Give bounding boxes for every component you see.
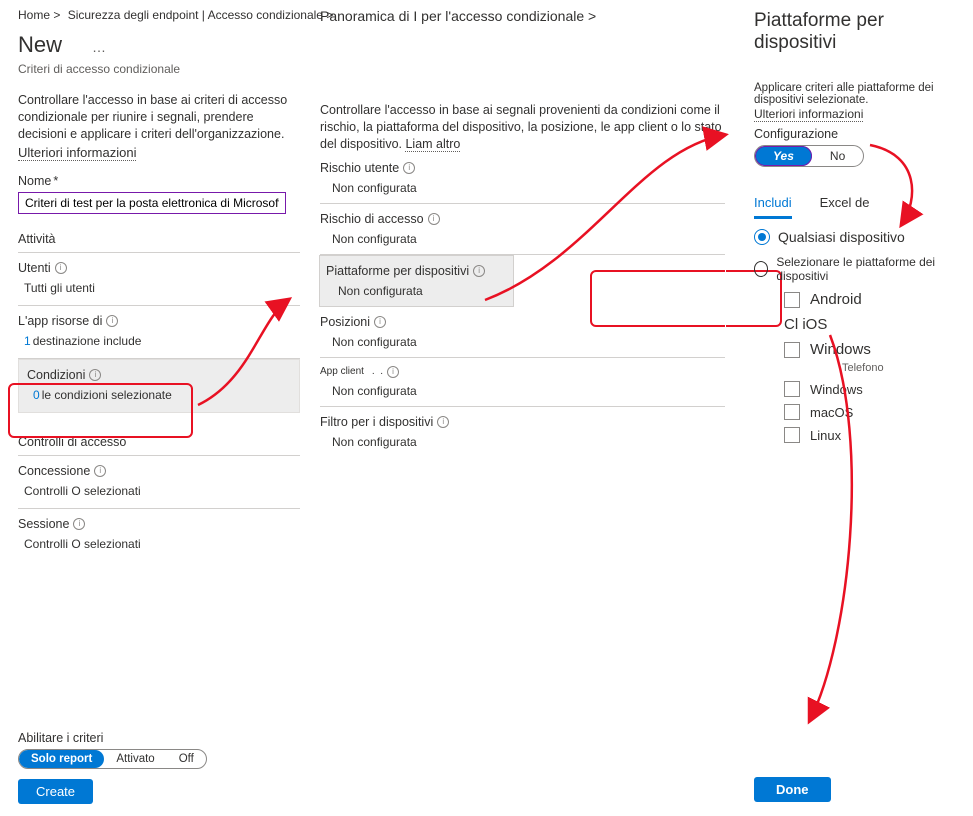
configure-yes[interactable]: Yes xyxy=(755,146,812,166)
access-controls-header: Controlli di accesso xyxy=(18,435,300,456)
enable-toggle[interactable]: Solo report Attivato Off xyxy=(18,749,207,769)
configure-toggle[interactable]: Yes No xyxy=(754,145,864,167)
info-icon[interactable]: i xyxy=(55,262,67,274)
locations-value[interactable]: Non configurata xyxy=(320,335,725,349)
enable-label: Abilitare i criteri xyxy=(18,731,298,745)
platform-linux[interactable]: Linux xyxy=(784,427,965,443)
done-button[interactable]: Done xyxy=(754,777,831,802)
enable-report-only[interactable]: Solo report xyxy=(19,750,104,768)
platform-windows2[interactable]: Windows xyxy=(784,381,965,397)
panel-title: Piattaforme per dispositivi xyxy=(754,10,965,54)
panel-description: Applicare criteri alle piattaforme dei d… xyxy=(754,82,965,106)
signin-risk-value[interactable]: Non configurata xyxy=(320,232,725,246)
platform-windows[interactable]: Windows xyxy=(784,341,965,358)
client-apps-label[interactable]: App client xyxy=(320,366,364,377)
device-filter-value[interactable]: Non configurata xyxy=(320,435,725,449)
client-apps-value[interactable]: Non configurata xyxy=(320,384,725,398)
device-platforms-label[interactable]: Piattaforme per dispositivi xyxy=(326,264,469,278)
mid-more-link[interactable]: Liam altro xyxy=(405,137,460,152)
radio-icon[interactable] xyxy=(754,261,768,277)
info-icon[interactable]: i xyxy=(428,213,440,225)
mid-breadcrumb[interactable]: Panoramica di I per l'accesso condiziona… xyxy=(320,8,725,24)
breadcrumb-home[interactable]: Home > xyxy=(18,8,60,22)
users-label[interactable]: Utenti xyxy=(18,261,51,275)
info-icon[interactable]: i xyxy=(437,416,449,428)
policy-name-input[interactable] xyxy=(18,192,286,214)
grant-value[interactable]: Controlli O selezionati xyxy=(18,484,300,498)
platform-android[interactable]: Android xyxy=(784,291,965,308)
platform-phone-sub: Telefono xyxy=(842,362,965,374)
breadcrumb[interactable]: Home > Sicurezza degli endpoint | Access… xyxy=(18,8,300,22)
grant-label[interactable]: Concessione xyxy=(18,464,90,478)
checkbox-icon[interactable] xyxy=(784,404,800,420)
more-menu-icon[interactable]: … xyxy=(92,39,106,55)
info-icon[interactable]: i xyxy=(374,316,386,328)
page-subtitle: Criteri di accesso condizionale xyxy=(18,62,300,76)
locations-label[interactable]: Posizioni xyxy=(320,315,370,329)
middle-column: Panoramica di I per l'accesso condiziona… xyxy=(300,0,725,816)
users-value[interactable]: Tutti gli utenti xyxy=(18,281,300,295)
enable-off[interactable]: Off xyxy=(167,750,206,768)
info-icon[interactable]: i xyxy=(473,265,485,277)
configure-label: Configurazione xyxy=(754,127,965,141)
left-description: Controllare l'accesso in base ai criteri… xyxy=(18,92,300,143)
info-icon[interactable]: i xyxy=(94,465,106,477)
device-filter-label[interactable]: Filtro per i dispositivi xyxy=(320,415,433,429)
panel-more-link[interactable]: Ulteriori informazioni xyxy=(754,107,863,122)
checkbox-icon[interactable] xyxy=(784,381,800,397)
checkbox-icon[interactable] xyxy=(784,292,800,308)
enable-policy-section: Abilitare i criteri Solo report Attivato… xyxy=(18,731,298,804)
info-icon[interactable]: i xyxy=(89,369,101,381)
user-risk-value[interactable]: Non configurata xyxy=(320,181,725,195)
name-label: Nome xyxy=(18,174,58,188)
conditions-label[interactable]: Condizioni xyxy=(27,368,85,382)
session-value[interactable]: Controlli O selezionati xyxy=(18,537,300,551)
device-platforms-value[interactable]: Non configurata xyxy=(320,284,513,298)
user-risk-label[interactable]: Rischio utente xyxy=(320,161,399,175)
mid-description: Controllare l'accesso in base ai segnali… xyxy=(320,102,725,153)
info-icon[interactable]: i xyxy=(403,162,415,174)
signin-risk-label[interactable]: Rischio di accesso xyxy=(320,212,424,226)
tab-exclude[interactable]: Excel de xyxy=(820,195,870,219)
left-column: Home > Sicurezza degli endpoint | Access… xyxy=(0,0,300,816)
configure-no[interactable]: No xyxy=(812,146,863,166)
more-info-link[interactable]: Ulteriori informazioni xyxy=(18,145,136,161)
apps-label[interactable]: L'app risorse di xyxy=(18,314,102,328)
checkbox-icon[interactable] xyxy=(784,427,800,443)
platform-ios[interactable]: Cl iOS xyxy=(784,316,965,333)
create-button[interactable]: Create xyxy=(18,779,93,804)
breadcrumb-path[interactable]: Sicurezza degli endpoint | Accesso condi… xyxy=(68,8,334,22)
enable-on[interactable]: Attivato xyxy=(104,750,166,768)
radio-any-device[interactable]: Qualsiasi dispositivo xyxy=(754,229,965,245)
session-label[interactable]: Sessione xyxy=(18,517,69,531)
page-title: New xyxy=(18,32,62,58)
apps-value[interactable]: 1destinazione include xyxy=(18,334,300,348)
info-icon[interactable]: i xyxy=(106,315,118,327)
info-icon[interactable]: i xyxy=(387,366,399,378)
activities-header: Attività xyxy=(18,232,300,253)
checkbox-icon[interactable] xyxy=(784,342,800,358)
info-icon[interactable]: i xyxy=(73,518,85,530)
radio-icon[interactable] xyxy=(754,229,770,245)
platform-macos[interactable]: macOS xyxy=(784,404,965,420)
tab-include[interactable]: Includi xyxy=(754,195,792,219)
conditions-value[interactable]: 0le condizioni selezionate xyxy=(27,388,291,402)
right-panel: Piattaforme per dispositivi Applicare cr… xyxy=(725,0,973,816)
radio-select-platforms[interactable]: Selezionare le piattaforme dei dispositi… xyxy=(754,255,965,283)
